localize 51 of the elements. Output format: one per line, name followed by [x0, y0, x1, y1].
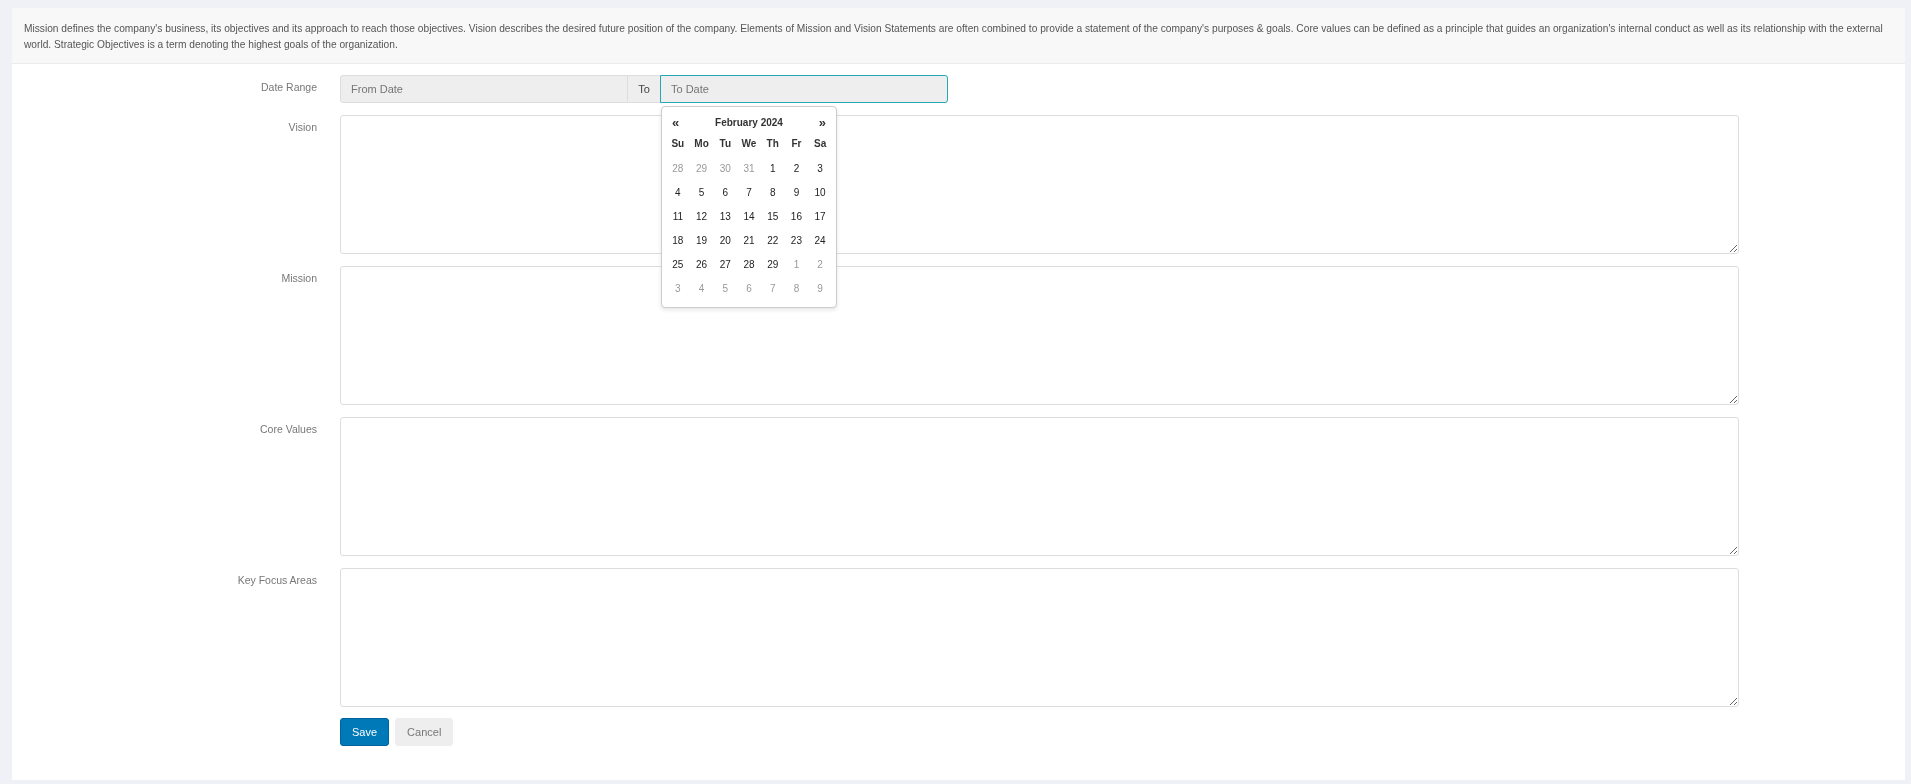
weekday-label: Tu [718, 137, 732, 151]
field-label: Date Range [259, 80, 318, 93]
calendar-day[interactable]: 8 [760, 181, 785, 205]
calendar-day[interactable]: 26 [689, 253, 714, 277]
field-label: Vision [287, 120, 318, 133]
calendar-day[interactable]: 3 [808, 157, 832, 181]
cancel-button[interactable]: Cancel [395, 718, 454, 746]
calendar-day[interactable]: 1 [760, 157, 785, 181]
weekday-label: We [740, 137, 758, 151]
next-month-button[interactable]: » [818, 114, 826, 130]
calendar-day[interactable]: 14 [737, 205, 761, 229]
calendar-day[interactable]: 15 [760, 205, 785, 229]
calendar-day[interactable]: 5 [689, 181, 714, 205]
calendar-day[interactable]: 29 [760, 253, 785, 277]
calendar-day[interactable]: 22 [760, 229, 785, 253]
field-label: Key Focus Areas [236, 573, 318, 586]
field-label: Mission [280, 271, 318, 284]
calendar-day[interactable]: 10 [808, 181, 832, 205]
calendar-day[interactable]: 18 [666, 229, 690, 253]
text-area[interactable] [340, 568, 1739, 707]
weekday-label: Th [765, 137, 780, 151]
field-label: Core Values [259, 422, 318, 435]
calendar-day[interactable]: 11 [666, 205, 690, 229]
calendar-day[interactable]: 6 [713, 181, 738, 205]
calendar-day[interactable]: 20 [713, 229, 738, 253]
month-title[interactable]: February 2024 [715, 116, 783, 128]
to-label: To [628, 75, 660, 103]
to-date-field[interactable]: To Date [660, 75, 948, 103]
weekday-label: Fr [790, 137, 803, 151]
calendar-day[interactable]: 4 [666, 181, 690, 205]
calendar-day[interactable]: 21 [737, 229, 761, 253]
calendar-day[interactable]: 13 [713, 205, 738, 229]
calendar-day[interactable]: 28 [737, 253, 761, 277]
text-area[interactable] [340, 417, 1739, 556]
calendar-day[interactable]: 16 [784, 205, 809, 229]
calendar-day[interactable]: 2 [784, 157, 809, 181]
previous-month-button[interactable]: « [672, 114, 680, 130]
intro-text: Mission defines the company's business, its objectives and its approach to reach those objectives. Vision describes the desired future position of the company. Elements of Mission and Vision Statements are often combined to provide a statement of the company's purposes & goals. Core values can be defined as a principle that guides an organization's internal conduct as well as its relationship with the external world. Strategic Objectives is a term denoting the highest goals of the organization. [12, 8, 1905, 64]
calendar-day[interactable]: 25 [666, 253, 690, 277]
calendar-day[interactable]: 23 [784, 229, 809, 253]
calendar-day[interactable]: 24 [808, 229, 832, 253]
weekday-label: Mo [693, 137, 710, 151]
calendar-day[interactable]: 7 [737, 181, 761, 205]
calendar-day[interactable]: 12 [689, 205, 714, 229]
calendar-day[interactable]: 17 [808, 205, 832, 229]
weekday-label: Sa [813, 137, 828, 151]
calendar-day[interactable]: 27 [713, 253, 738, 277]
calendar-day[interactable]: 9 [784, 181, 809, 205]
weekday-label: Su [670, 137, 686, 151]
save-button[interactable]: Save [340, 718, 390, 746]
calendar-day[interactable]: 19 [689, 229, 714, 253]
